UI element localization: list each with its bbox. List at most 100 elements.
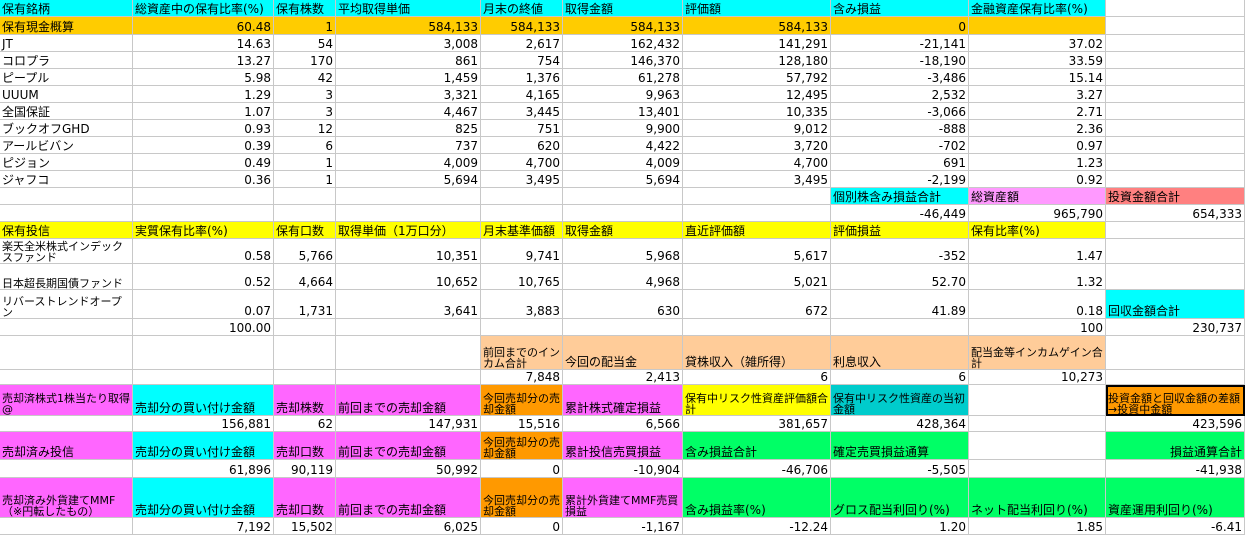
value-cell[interactable]: 9,012 xyxy=(683,120,831,137)
grid-cell[interactable] xyxy=(274,188,336,205)
grid-cell[interactable] xyxy=(831,319,969,336)
grid-cell[interactable] xyxy=(133,188,274,205)
grid-cell[interactable] xyxy=(274,370,336,385)
header-cell[interactable]: 売却済み外貨建てMMF（※円転したもの） xyxy=(0,478,133,518)
value-cell[interactable]: 141,291 xyxy=(683,35,831,52)
value-cell[interactable]: 0.58 xyxy=(133,239,274,264)
header-cell[interactable]: 資産運用利回り(%) xyxy=(1106,478,1245,518)
grid-cell[interactable] xyxy=(133,370,274,385)
value-cell[interactable]: 5,617 xyxy=(683,239,831,264)
value-cell[interactable]: ブックオフGHD xyxy=(0,120,133,137)
value-cell[interactable]: -46,706 xyxy=(683,460,831,478)
grid-cell[interactable] xyxy=(481,188,563,205)
value-cell[interactable]: 4,009 xyxy=(563,154,683,171)
value-cell[interactable]: 423,596 xyxy=(1106,416,1245,432)
value-cell[interactable]: 12 xyxy=(274,120,336,137)
value-cell[interactable]: ピジョン xyxy=(0,154,133,171)
value-cell[interactable]: 全国保証 xyxy=(0,103,133,120)
header-cell[interactable]: 584,133 xyxy=(336,17,481,35)
value-cell[interactable]: 3,321 xyxy=(336,86,481,103)
header-cell[interactable]: 投資金額と回収金額の差額→投資中金額 xyxy=(1106,385,1245,416)
value-cell[interactable]: 5,021 xyxy=(683,264,831,290)
value-cell[interactable]: -1,167 xyxy=(563,518,683,535)
grid-cell[interactable] xyxy=(969,432,1106,460)
value-cell[interactable]: 654,333 xyxy=(1106,205,1245,222)
value-cell[interactable]: 3 xyxy=(274,86,336,103)
grid-cell[interactable] xyxy=(1106,239,1245,264)
grid-cell[interactable] xyxy=(563,188,683,205)
header-cell[interactable]: 1 xyxy=(274,17,336,35)
header-cell[interactable]: 評価損益 xyxy=(831,222,969,239)
grid-cell[interactable] xyxy=(274,205,336,222)
header-cell[interactable]: 保有比率(%) xyxy=(969,222,1106,239)
value-cell[interactable]: 10,351 xyxy=(336,239,481,264)
value-cell[interactable]: 楽天全米株式インデックスファンド xyxy=(0,239,133,264)
value-cell[interactable]: 33.59 xyxy=(969,52,1106,69)
header-cell[interactable]: 保有投信 xyxy=(0,222,133,239)
value-cell[interactable]: 825 xyxy=(336,120,481,137)
value-cell[interactable]: 7,848 xyxy=(481,370,563,385)
header-cell[interactable]: 損益通算合計 xyxy=(1106,432,1245,460)
value-cell[interactable]: -21,141 xyxy=(831,35,969,52)
value-cell[interactable]: 620 xyxy=(481,137,563,154)
header-cell[interactable]: 今回売却分の売却金額 xyxy=(481,478,563,518)
value-cell[interactable]: 5,766 xyxy=(274,239,336,264)
value-cell[interactable]: アールビバン xyxy=(0,137,133,154)
value-cell[interactable]: 672 xyxy=(683,290,831,319)
value-cell[interactable]: 5,694 xyxy=(563,171,683,188)
header-cell[interactable]: 売却株数 xyxy=(274,385,336,416)
header-cell[interactable]: 保有銘柄 xyxy=(0,0,133,17)
value-cell[interactable]: 57,792 xyxy=(683,69,831,86)
value-cell[interactable]: -3,066 xyxy=(831,103,969,120)
value-cell[interactable]: 4,664 xyxy=(274,264,336,290)
header-cell[interactable]: 評価額 xyxy=(683,0,831,17)
value-cell[interactable]: 52.70 xyxy=(831,264,969,290)
value-cell[interactable]: 861 xyxy=(336,52,481,69)
value-cell[interactable]: 4,009 xyxy=(336,154,481,171)
header-cell[interactable]: 0 xyxy=(831,17,969,35)
header-cell[interactable]: 総資産額 xyxy=(969,188,1106,205)
value-cell[interactable]: 13,401 xyxy=(563,103,683,120)
grid-cell[interactable] xyxy=(336,205,481,222)
value-cell[interactable]: JT xyxy=(0,35,133,52)
grid-cell[interactable] xyxy=(336,370,481,385)
grid-cell[interactable] xyxy=(683,188,831,205)
value-cell[interactable]: 630 xyxy=(563,290,683,319)
value-cell[interactable]: 170 xyxy=(274,52,336,69)
grid-cell[interactable] xyxy=(1106,264,1245,290)
grid-cell[interactable] xyxy=(1106,336,1245,370)
grid-cell[interactable] xyxy=(0,416,133,432)
header-cell[interactable]: 個別株含み損益合計 xyxy=(831,188,969,205)
grid-cell[interactable] xyxy=(1106,86,1245,103)
value-cell[interactable]: 61,896 xyxy=(133,460,274,478)
header-cell[interactable]: 回収金額合計 xyxy=(1106,290,1245,319)
grid-cell[interactable] xyxy=(1106,17,1245,35)
value-cell[interactable]: 751 xyxy=(481,120,563,137)
value-cell[interactable]: 10,335 xyxy=(683,103,831,120)
value-cell[interactable]: 1 xyxy=(274,171,336,188)
grid-cell[interactable] xyxy=(0,460,133,478)
value-cell[interactable]: 2.36 xyxy=(969,120,1106,137)
header-cell[interactable]: 売却分の買い付け金額 xyxy=(133,385,274,416)
header-cell[interactable]: 配当金等インカムゲイン合計 xyxy=(969,336,1106,370)
grid-cell[interactable] xyxy=(1106,222,1245,239)
value-cell[interactable]: 0.92 xyxy=(969,171,1106,188)
value-cell[interactable]: 10,765 xyxy=(481,264,563,290)
value-cell[interactable]: 7,192 xyxy=(133,518,274,535)
header-cell[interactable]: 含み損益合計 xyxy=(683,432,831,460)
grid-cell[interactable] xyxy=(969,385,1106,416)
value-cell[interactable]: UUUM xyxy=(0,86,133,103)
grid-cell[interactable] xyxy=(0,518,133,535)
header-cell[interactable]: 売却済株式1株当たり取得@ xyxy=(0,385,133,416)
value-cell[interactable]: 41.89 xyxy=(831,290,969,319)
value-cell[interactable]: 10,652 xyxy=(336,264,481,290)
header-cell[interactable]: 売却分の買い付け金額 xyxy=(133,478,274,518)
value-cell[interactable]: 12,495 xyxy=(683,86,831,103)
value-cell[interactable]: ジャフコ xyxy=(0,171,133,188)
value-cell[interactable]: 6,025 xyxy=(336,518,481,535)
grid-cell[interactable] xyxy=(481,319,563,336)
grid-cell[interactable] xyxy=(969,460,1106,478)
value-cell[interactable]: 0.49 xyxy=(133,154,274,171)
value-cell[interactable]: 3,883 xyxy=(481,290,563,319)
value-cell[interactable]: 3,720 xyxy=(683,137,831,154)
